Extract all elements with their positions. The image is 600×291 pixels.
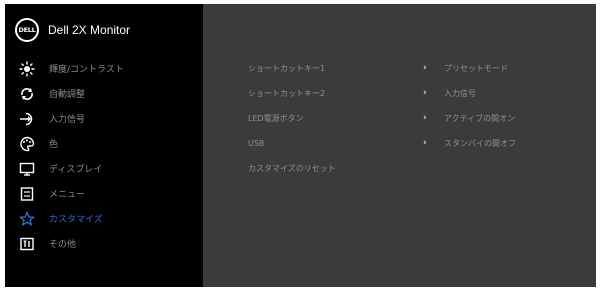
- auto-adjust-icon: [19, 86, 35, 102]
- sidebar: DELL Dell 2X Monitor 輝度/コントラスト 自動調整 入力信号…: [5, 4, 203, 287]
- menu-item-label: 輝度/コントラスト: [49, 65, 124, 75]
- star-icon: [19, 211, 35, 227]
- setting-value: スタンバイの間オフ: [444, 138, 516, 148]
- setting-value: プリセットモード: [444, 63, 508, 73]
- chevron-right-icon: ›: [423, 63, 427, 73]
- menu-item-customize[interactable]: カスタマイズ: [5, 206, 203, 231]
- menu-item-others[interactable]: その他: [5, 231, 203, 256]
- menu-item-label: ディスプレイ: [49, 165, 103, 175]
- setting-row-led-power-button[interactable]: LED電源ボタン › アクティブの間オン: [248, 108, 588, 128]
- display-icon: [19, 161, 35, 177]
- menu-item-color[interactable]: 色: [5, 131, 203, 156]
- setting-value: 入力信号: [444, 88, 476, 98]
- osd-window: DELL Dell 2X Monitor 輝度/コントラスト 自動調整 入力信号…: [5, 4, 596, 287]
- menu-item-menu[interactable]: メニュー: [5, 181, 203, 206]
- setting-row-reset-customization[interactable]: カスタマイズのリセット: [248, 158, 588, 178]
- setting-label: カスタマイズのリセット: [248, 163, 336, 173]
- setting-value: アクティブの間オン: [444, 113, 516, 123]
- setting-label: LED電源ボタン: [248, 113, 304, 123]
- main-menu: 輝度/コントラスト 自動調整 入力信号 色 ディスプレイ メニュー カスタマイズ…: [5, 56, 203, 256]
- menu-item-input-source[interactable]: 入力信号: [5, 106, 203, 131]
- menu-item-auto-adjust[interactable]: 自動調整: [5, 81, 203, 106]
- setting-label: ショートカットキー1: [248, 63, 326, 73]
- monitor-model: Dell 2X Monitor: [48, 23, 131, 37]
- menu-item-label: その他: [49, 240, 77, 250]
- setting-label: USB: [248, 138, 265, 148]
- brightness-icon: [19, 60, 35, 77]
- menu-item-label: メニュー: [49, 190, 86, 200]
- menu-item-label: カスタマイズ: [49, 215, 103, 225]
- menu-item-display[interactable]: ディスプレイ: [5, 156, 203, 181]
- setting-label: ショートカットキー2: [248, 88, 326, 98]
- setting-row-shortcut-key-2[interactable]: ショートカットキー2 › 入力信号: [248, 83, 588, 103]
- menu-icon: [19, 186, 35, 202]
- menu-item-label: 入力信号: [49, 115, 86, 125]
- setting-row-shortcut-key-1[interactable]: ショートカットキー1 › プリセットモード: [248, 58, 588, 78]
- chevron-right-icon: ›: [423, 88, 427, 98]
- dell-logo: DELL: [15, 18, 39, 42]
- menu-item-label: 自動調整: [49, 90, 86, 100]
- chevron-right-icon: ›: [423, 138, 427, 148]
- input-source-icon: [19, 111, 35, 127]
- color-palette-icon: [19, 136, 35, 152]
- menu-item-brightness-contrast[interactable]: 輝度/コントラスト: [5, 56, 203, 81]
- chevron-right-icon: ›: [423, 113, 427, 123]
- settings-panel: ショートカットキー1 › プリセットモード ショートカットキー2 › 入力信号 …: [203, 4, 596, 287]
- brand-header: DELL Dell 2X Monitor: [15, 18, 130, 42]
- menu-item-label: 色: [49, 140, 59, 150]
- setting-row-usb[interactable]: USB › スタンバイの間オフ: [248, 133, 588, 153]
- info-icon: [19, 236, 35, 252]
